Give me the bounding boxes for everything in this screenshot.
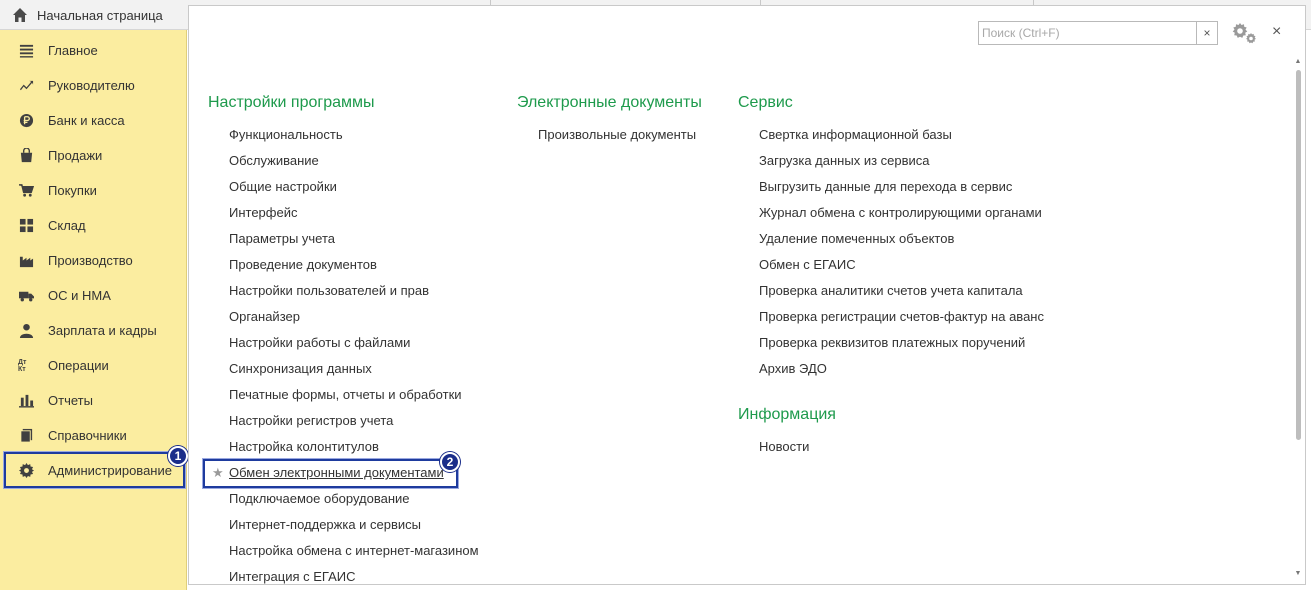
link-capital-analytics-check[interactable]: Проверка аналитики счетов учета капитала: [759, 283, 1023, 298]
scroll-down-arrow-icon[interactable]: ▼: [1294, 570, 1302, 578]
link-functionality[interactable]: Функциональность: [229, 127, 343, 142]
link-invoice-check[interactable]: Проверка регистрации счетов-фактур на ав…: [759, 309, 1044, 324]
sidebar-item-bank[interactable]: Банк и касса: [0, 103, 187, 138]
sidebar-item-label: Справочники: [48, 428, 127, 443]
link-data-sync[interactable]: Синхронизация данных: [229, 361, 372, 376]
home-icon: [13, 8, 27, 22]
link-payment-order-check[interactable]: Проверка реквизитов платежных поручений: [759, 335, 1025, 350]
bar-chart-icon: [18, 393, 34, 409]
link-egais-integration[interactable]: Интеграция с ЕГАИС: [229, 569, 355, 584]
sidebar-item-operations[interactable]: Дт Кт Операции: [0, 348, 187, 383]
sidebar-item-main[interactable]: Главное: [0, 33, 187, 68]
highlight-box-administration: [4, 452, 185, 488]
sidebar-item-label: Банк и касса: [48, 113, 125, 128]
link-accounting-params[interactable]: Параметры учета: [229, 231, 335, 246]
link-export-to-service[interactable]: Выгрузить данные для перехода в сервис: [759, 179, 1012, 194]
link-load-from-service[interactable]: Загрузка данных из сервиса: [759, 153, 930, 168]
trend-chart-icon: [18, 78, 34, 94]
shopping-bag-icon: [18, 148, 34, 164]
link-edo-archive[interactable]: Архив ЭДО: [759, 361, 827, 376]
menu-lines-icon: [18, 43, 34, 59]
books-icon: [18, 428, 34, 444]
scrollbar-thumb[interactable]: [1296, 70, 1301, 440]
person-icon: [18, 323, 34, 339]
truck-icon: [18, 288, 34, 304]
close-button[interactable]: ×: [1272, 24, 1281, 40]
sidebar-item-assets[interactable]: ОС и НМА: [0, 278, 187, 313]
sidebar-item-salary[interactable]: Зарплата и кадры: [0, 313, 187, 348]
link-online-store-exchange[interactable]: Настройка обмена с интернет-магазином: [229, 543, 479, 558]
debit-credit-icon: Дт Кт: [18, 358, 27, 373]
link-general-settings[interactable]: Общие настройки: [229, 179, 337, 194]
section-title-edocs: Электронные документы: [517, 94, 702, 111]
search-clear-button[interactable]: ×: [1196, 22, 1217, 44]
sidebar-item-label: Операции: [48, 358, 109, 373]
tab-home[interactable]: Начальная страница: [0, 0, 178, 30]
link-internet-support[interactable]: Интернет-поддержка и сервисы: [229, 517, 421, 532]
link-egais-exchange[interactable]: Обмен с ЕГАИС: [759, 257, 856, 272]
link-register-settings[interactable]: Настройки регистров учета: [229, 413, 393, 428]
link-file-settings[interactable]: Настройки работы с файлами: [229, 335, 410, 350]
section-title-info: Информация: [738, 406, 836, 423]
sidebar-item-label: Отчеты: [48, 393, 93, 408]
link-arbitrary-documents[interactable]: Произвольные документы: [538, 127, 696, 142]
sidebar-item-warehouse[interactable]: Склад: [0, 208, 187, 243]
link-print-forms[interactable]: Печатные формы, отчеты и обработки: [229, 387, 462, 402]
sidebar: Главное Руководителю Банк и касса Продаж…: [0, 30, 187, 590]
section-title-settings: Настройки программы: [208, 94, 375, 111]
sidebar-item-label: Покупки: [48, 183, 97, 198]
highlight-box-edoc-exchange: [203, 459, 458, 488]
link-equipment[interactable]: Подключаемое оборудование: [229, 491, 410, 506]
sidebar-item-label: ОС и НМА: [48, 288, 111, 303]
tab-home-label: Начальная страница: [37, 7, 163, 23]
sidebar-item-label: Зарплата и кадры: [48, 323, 157, 338]
link-db-collapse[interactable]: Свертка информационной базы: [759, 127, 952, 142]
section-title-service: Сервис: [738, 94, 793, 111]
link-regulatory-journal[interactable]: Журнал обмена с контролирующими органами: [759, 205, 1042, 220]
step-badge-2: 2: [440, 452, 460, 472]
link-maintenance[interactable]: Обслуживание: [229, 153, 319, 168]
link-users-rights[interactable]: Настройки пользователей и прав: [229, 283, 429, 298]
sidebar-item-label: Производство: [48, 253, 133, 268]
link-news[interactable]: Новости: [759, 439, 809, 454]
ruble-coin-icon: [18, 113, 34, 129]
sidebar-item-references[interactable]: Справочники: [0, 418, 187, 453]
search-box: ×: [978, 21, 1218, 45]
sidebar-item-purchases[interactable]: Покупки: [0, 173, 187, 208]
link-headers-footers[interactable]: Настройка колонтитулов: [229, 439, 379, 454]
shopping-cart-icon: [18, 183, 34, 199]
sidebar-item-label: Склад: [48, 218, 86, 233]
link-interface[interactable]: Интерфейс: [229, 205, 297, 220]
link-organizer[interactable]: Органайзер: [229, 309, 300, 324]
link-delete-marked[interactable]: Удаление помеченных объектов: [759, 231, 954, 246]
step-badge-1: 1: [168, 446, 188, 466]
sidebar-item-label: Главное: [48, 43, 98, 58]
sidebar-item-sales[interactable]: Продажи: [0, 138, 187, 173]
factory-icon: [18, 253, 34, 269]
settings-gear-icon[interactable]: [1230, 20, 1258, 46]
sidebar-item-production[interactable]: Производство: [0, 243, 187, 278]
sidebar-item-reports[interactable]: Отчеты: [0, 383, 187, 418]
sidebar-item-label: Руководителю: [48, 78, 135, 93]
scroll-up-arrow-icon[interactable]: ▲: [1294, 58, 1302, 66]
sidebar-item-label: Продажи: [48, 148, 103, 163]
search-input[interactable]: [979, 22, 1197, 44]
link-document-posting[interactable]: Проведение документов: [229, 257, 377, 272]
warehouse-grid-icon: [18, 218, 34, 234]
sidebar-item-manager[interactable]: Руководителю: [0, 68, 187, 103]
